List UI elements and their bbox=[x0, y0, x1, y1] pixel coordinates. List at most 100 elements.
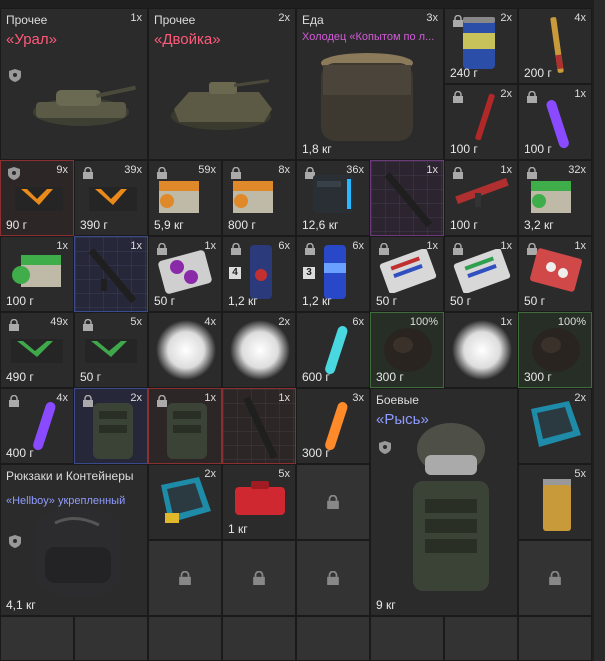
lock-icon bbox=[9, 319, 19, 331]
qty-label: 59x bbox=[198, 164, 216, 176]
item-pills-pink[interactable]: 1x 50 г bbox=[518, 236, 592, 312]
ammo-box-icon bbox=[11, 339, 63, 363]
empty-slot[interactable] bbox=[148, 540, 222, 616]
category-label: Еда bbox=[302, 13, 324, 27]
item-purple-glowstick[interactable]: 1x 100 г bbox=[518, 84, 592, 160]
item-green-box[interactable]: 49x 490 г bbox=[0, 312, 74, 388]
empty-slot[interactable] bbox=[222, 616, 296, 661]
item-orange-ammo-2[interactable]: 8x 800 г bbox=[222, 160, 296, 236]
item-food-kholodets[interactable]: Еда 3x Холодец «Копытом по л... 1,8 кг bbox=[296, 8, 444, 160]
item-pills-green[interactable]: 1x 50 г bbox=[444, 236, 518, 312]
ammo-crate-icon bbox=[531, 181, 571, 213]
weight-label: 50 г bbox=[376, 294, 398, 308]
empty-slot[interactable] bbox=[518, 616, 592, 661]
can-icon bbox=[463, 17, 495, 69]
weight-label: 390 г bbox=[80, 218, 108, 232]
item-backpack-hellboy[interactable]: Рюкзаки и Контейнеры «Hellboy» укрепленн… bbox=[0, 464, 148, 616]
item-green-ammo-2[interactable]: 1x 100 г bbox=[0, 236, 74, 312]
ammo-crate-icon bbox=[12, 255, 61, 287]
qty-label: 6x bbox=[352, 316, 364, 328]
item-smoke-2[interactable]: 2x bbox=[222, 312, 296, 388]
item-blue-device[interactable]: 36x 12,6 кг bbox=[296, 160, 370, 236]
weight-label: 1 кг bbox=[228, 522, 248, 536]
weight-label: 50 г bbox=[450, 294, 472, 308]
lock-icon bbox=[527, 91, 537, 103]
scrollbar-track[interactable] bbox=[594, 0, 605, 661]
empty-slot[interactable] bbox=[74, 616, 148, 661]
item-orange-glowstick[interactable]: 3x 300 г bbox=[296, 388, 370, 464]
item-artifact-2[interactable]: 100% 300 г bbox=[518, 312, 592, 388]
qty-label: 8x bbox=[278, 164, 290, 176]
item-pills-purple[interactable]: 1x 50 г bbox=[148, 236, 222, 312]
rifle-icon bbox=[384, 172, 433, 228]
item-artifact[interactable]: 100% 300 г bbox=[370, 312, 444, 388]
energy-can-icon bbox=[250, 245, 272, 299]
item-red-stick[interactable]: 2x 100 г bbox=[444, 84, 518, 160]
qty-label: 39x bbox=[124, 164, 142, 176]
qty-label: 1x bbox=[130, 12, 142, 24]
item-ural-tank[interactable]: Прочее 1x «Урал» bbox=[0, 8, 148, 160]
empty-slot[interactable] bbox=[296, 616, 370, 661]
item-armor-vest-2[interactable]: 1x bbox=[148, 388, 222, 464]
weight-label: 1,2 кг bbox=[302, 294, 332, 308]
weight-label: 400 г bbox=[6, 446, 34, 460]
item-red-case[interactable]: 5x 1 кг bbox=[222, 464, 296, 540]
item-rifle-red-2[interactable]: 1x bbox=[222, 388, 296, 464]
weight-label: 300 г bbox=[302, 446, 330, 460]
shield-icon bbox=[9, 69, 21, 82]
item-orange-ammo[interactable]: 59x 5,9 кг bbox=[148, 160, 222, 236]
item-cyan-glowstick[interactable]: 6x 600 г bbox=[296, 312, 370, 388]
item-smoke[interactable]: 4x bbox=[148, 312, 222, 388]
ammo-box-icon bbox=[15, 187, 63, 211]
item-can-blue[interactable]: 2x 240 г bbox=[444, 8, 518, 84]
item-green-ammo[interactable]: 32x 3,2 кг bbox=[518, 160, 592, 236]
item-dvoika-vehicle[interactable]: Прочее 2x «Двойка» bbox=[148, 8, 296, 160]
empty-slot[interactable] bbox=[296, 464, 370, 540]
inventory-grid: Прочее 1x «Урал» Прочее 2x «Двойка» Еда … bbox=[0, 0, 605, 661]
empty-slot[interactable] bbox=[518, 540, 592, 616]
empty-slot[interactable] bbox=[296, 540, 370, 616]
item-jar[interactable]: 5x bbox=[518, 464, 592, 540]
tank-icon bbox=[33, 85, 136, 126]
smoke-icon bbox=[156, 320, 216, 380]
armor-suit-icon bbox=[413, 423, 489, 591]
item-smoke-3[interactable]: 1x bbox=[444, 312, 518, 388]
item-armor-vest[interactable]: 2x bbox=[74, 388, 148, 464]
item-rifle-purple[interactable]: 1x bbox=[370, 160, 444, 236]
weight-label: 3,2 кг bbox=[524, 218, 554, 232]
item-green-box-2[interactable]: 5x 50 г bbox=[74, 312, 148, 388]
empty-slot[interactable] bbox=[222, 540, 296, 616]
weight-label: 90 г bbox=[6, 218, 28, 232]
weight-label: 1,8 кг bbox=[302, 142, 332, 156]
empty-slot[interactable] bbox=[444, 616, 518, 661]
empty-slot[interactable] bbox=[0, 616, 74, 661]
item-pen[interactable]: 4x 200 г bbox=[518, 8, 592, 84]
item-name: «Двойка» bbox=[154, 31, 221, 48]
item-rifle-blue[interactable]: 1x bbox=[74, 236, 148, 312]
item-orange-box[interactable]: 9x 90 г bbox=[0, 160, 74, 236]
item-orange-box-2[interactable]: 39x 390 г bbox=[74, 160, 148, 236]
level-badge: 4 bbox=[229, 267, 241, 279]
backpack-icon bbox=[35, 509, 121, 595]
qty-label: 5x bbox=[130, 316, 142, 328]
qty-label: 4x bbox=[574, 12, 586, 24]
category-label: Боевые bbox=[376, 393, 419, 407]
item-rifle-red[interactable]: 1x 100 г bbox=[444, 160, 518, 236]
item-map-2[interactable]: 2x bbox=[148, 464, 222, 540]
item-map[interactable]: 2x bbox=[518, 388, 592, 464]
empty-slot[interactable] bbox=[370, 616, 444, 661]
weight-label: 1,2 кг bbox=[228, 294, 258, 308]
device-icon bbox=[313, 175, 353, 213]
empty-slot[interactable] bbox=[148, 616, 222, 661]
item-energy-can-4[interactable]: 6x 4 1,2 кг bbox=[222, 236, 296, 312]
ammo-crate-icon bbox=[233, 181, 273, 213]
ammo-box-icon bbox=[85, 339, 137, 363]
item-purple-glowstick-2[interactable]: 4x 400 г bbox=[0, 388, 74, 464]
shield-icon bbox=[8, 167, 20, 180]
item-combat-helmet-armor[interactable]: Боевые «Рысь» 9 кг bbox=[370, 388, 518, 616]
item-pills-red[interactable]: 1x 50 г bbox=[370, 236, 444, 312]
item-energy-can-3[interactable]: 6x 3 1,2 кг bbox=[296, 236, 370, 312]
map-icon bbox=[161, 477, 211, 523]
shield-icon bbox=[379, 441, 391, 454]
qty-label: 3x bbox=[426, 12, 438, 24]
